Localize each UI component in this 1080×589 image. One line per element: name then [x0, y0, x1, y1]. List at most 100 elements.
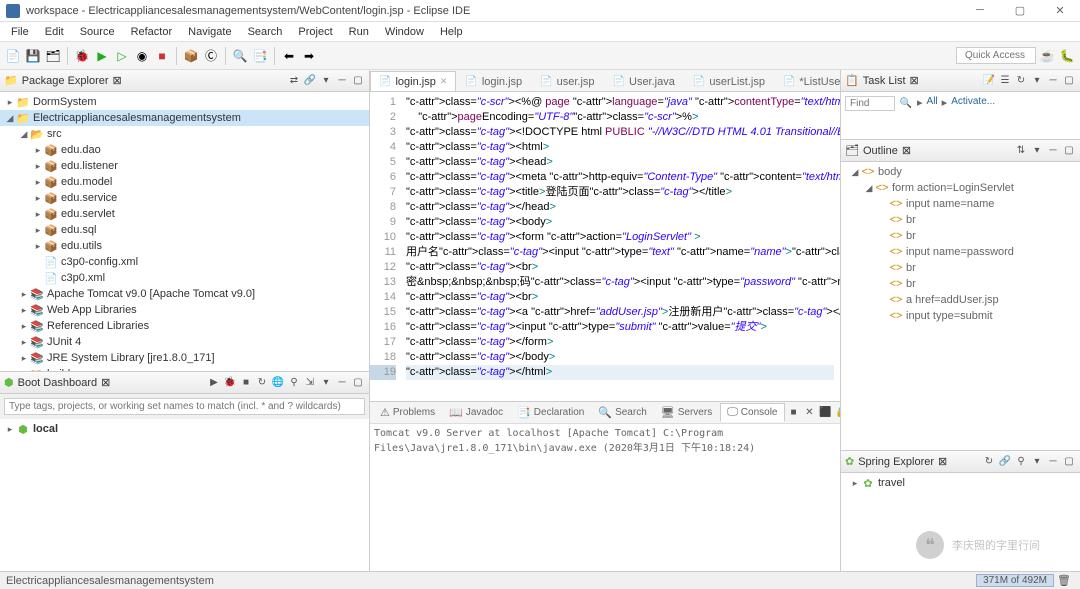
- editor-tab[interactable]: 📄userList.jsp: [684, 71, 774, 91]
- outline-item[interactable]: <>br: [841, 212, 1080, 228]
- tree-item[interactable]: ▸📦edu.utils: [0, 238, 369, 254]
- package-explorer-tree[interactable]: ▸📁DormSystem◢📁Electricappliancesalesmana…: [0, 92, 369, 371]
- new-class-button[interactable]: Ⓒ: [202, 47, 220, 65]
- spring-filter-button[interactable]: ⚲: [1014, 455, 1028, 469]
- memory-indicator[interactable]: 371M of 492M: [976, 574, 1054, 587]
- search-button[interactable]: 🔍: [231, 47, 249, 65]
- tree-item[interactable]: ▸📚JRE System Library [jre1.8.0_171]: [0, 350, 369, 366]
- stop-button[interactable]: ■: [153, 47, 171, 65]
- boot-debug-button[interactable]: 🐞: [223, 376, 237, 390]
- console-tab-servers[interactable]: 🖥Servers: [655, 404, 718, 421]
- outline-sort-button[interactable]: ⇅: [1014, 144, 1028, 158]
- tasklist-find-input[interactable]: [845, 96, 895, 111]
- new-package-button[interactable]: 📦: [182, 47, 200, 65]
- editor-tab[interactable]: 📄*ListUserSer...: [774, 71, 840, 91]
- outline-item[interactable]: <>a href=addUser.jsp: [841, 292, 1080, 308]
- outline-min-button[interactable]: ─: [1046, 144, 1060, 158]
- outline-max-button[interactable]: ▢: [1062, 144, 1076, 158]
- gc-button[interactable]: 🗑: [1054, 574, 1074, 587]
- console-tab-javadoc[interactable]: 📖Javadoc: [443, 404, 509, 421]
- outline-item[interactable]: <>br: [841, 276, 1080, 292]
- console-tab-problems[interactable]: ⚠Problems: [374, 404, 441, 421]
- editor-tab[interactable]: 📄User.java: [604, 71, 684, 91]
- spring-item[interactable]: ▸✿travel: [841, 475, 1080, 491]
- tasklist-sync-button[interactable]: ↻: [1014, 74, 1028, 88]
- collapse-all-button[interactable]: ⇄: [287, 74, 301, 88]
- console-toolbar-btn-2[interactable]: ⬛: [819, 406, 833, 420]
- spring-link-button[interactable]: 🔗: [998, 455, 1012, 469]
- close-icon[interactable]: ✕: [440, 76, 448, 87]
- tree-item[interactable]: ◢📂src: [0, 126, 369, 142]
- menu-edit[interactable]: Edit: [38, 24, 71, 40]
- back-button[interactable]: ⬅: [280, 47, 298, 65]
- boot-dashboard-tree[interactable]: ▸⬢local: [0, 419, 369, 571]
- perspective-debug-button[interactable]: 🐛: [1058, 47, 1076, 65]
- outline-item[interactable]: <>input name=password: [841, 244, 1080, 260]
- menu-source[interactable]: Source: [73, 24, 122, 40]
- console-tab-search[interactable]: 🔍Search: [592, 404, 652, 421]
- tasklist-menu-button[interactable]: ▾: [1030, 74, 1044, 88]
- tree-item[interactable]: ▸📦edu.model: [0, 174, 369, 190]
- tree-item[interactable]: ▸📚Web App Libraries: [0, 302, 369, 318]
- boot-filter-button[interactable]: ⚲: [287, 376, 301, 390]
- tree-item[interactable]: ▸📦edu.dao: [0, 142, 369, 158]
- save-button[interactable]: 💾: [24, 47, 42, 65]
- spring-explorer-tree[interactable]: ▸✿travel: [841, 473, 1080, 571]
- editor-tab[interactable]: 📄user.jsp: [531, 71, 603, 91]
- boot-max-button[interactable]: ▢: [351, 376, 365, 390]
- run-last-button[interactable]: ▷: [113, 47, 131, 65]
- menu-file[interactable]: File: [4, 24, 36, 40]
- tree-item[interactable]: ▸📁DormSystem: [0, 94, 369, 110]
- editor-body[interactable]: 12345678910111213141516171819 "c-attr">c…: [370, 92, 840, 401]
- view-menu-button[interactable]: ▾: [319, 74, 333, 88]
- tree-item[interactable]: ▸📚Referenced Libraries: [0, 318, 369, 334]
- outline-menu-button[interactable]: ▾: [1030, 144, 1044, 158]
- open-type-button[interactable]: 📑: [251, 47, 269, 65]
- search-icon[interactable]: 🔍: [899, 96, 913, 110]
- outline-item[interactable]: <>input type=submit: [841, 308, 1080, 324]
- boot-menu-button[interactable]: ▾: [319, 376, 333, 390]
- boot-filter-input[interactable]: [4, 398, 365, 415]
- quick-access-input[interactable]: [956, 47, 1036, 64]
- boot-run-button[interactable]: ▶: [207, 376, 221, 390]
- minimize-button[interactable]: ─: [966, 4, 994, 17]
- menu-search[interactable]: Search: [241, 24, 290, 40]
- spring-menu-button[interactable]: ▾: [1030, 455, 1044, 469]
- forward-button[interactable]: ➡: [300, 47, 318, 65]
- console-toolbar-btn-1[interactable]: ✕: [803, 406, 817, 420]
- outline-item[interactable]: <>br: [841, 228, 1080, 244]
- outline-item[interactable]: ◢<>form action=LoginServlet: [841, 180, 1080, 196]
- outline-item[interactable]: ◢<>body: [841, 164, 1080, 180]
- outline-item[interactable]: <>br: [841, 260, 1080, 276]
- spring-max-button[interactable]: ▢: [1062, 455, 1076, 469]
- tasklist-min-button[interactable]: ─: [1046, 74, 1060, 88]
- tasklist-cat-button[interactable]: ☰: [998, 74, 1012, 88]
- tree-item[interactable]: ◢📁Electricappliancesalesmanagementsystem: [0, 110, 369, 126]
- editor-tab[interactable]: 📄login.jsp✕: [370, 71, 456, 91]
- boot-collapse-button[interactable]: ⇲: [303, 376, 317, 390]
- menu-refactor[interactable]: Refactor: [124, 24, 180, 40]
- editor-tab[interactable]: 📄login.jsp: [456, 71, 531, 91]
- link-editor-button[interactable]: 🔗: [303, 74, 317, 88]
- tasklist-max-button[interactable]: ▢: [1062, 74, 1076, 88]
- tree-item[interactable]: ▸📦edu.sql: [0, 222, 369, 238]
- outline-item[interactable]: <>input name=name: [841, 196, 1080, 212]
- console-output[interactable]: Tomcat v9.0 Server at localhost [Apache …: [370, 424, 840, 571]
- console-tab-console[interactable]: 🖵Console: [720, 403, 784, 422]
- save-all-button[interactable]: 🗂: [44, 47, 62, 65]
- boot-stop-button[interactable]: ■: [239, 376, 253, 390]
- menu-window[interactable]: Window: [378, 24, 431, 40]
- spring-refresh-button[interactable]: ↻: [982, 455, 996, 469]
- menu-navigate[interactable]: Navigate: [181, 24, 238, 40]
- tree-item[interactable]: 📄c3p0.xml: [0, 270, 369, 286]
- boot-refresh-button[interactable]: ↻: [255, 376, 269, 390]
- menu-run[interactable]: Run: [342, 24, 376, 40]
- tree-item[interactable]: ▸📦edu.listener: [0, 158, 369, 174]
- maximize-view-button[interactable]: ▢: [351, 74, 365, 88]
- spring-min-button[interactable]: ─: [1046, 455, 1060, 469]
- tasklist-activate-link[interactable]: Activate...: [951, 96, 995, 107]
- tree-item[interactable]: ▸📦edu.service: [0, 190, 369, 206]
- tree-item[interactable]: ▸📚JUnit 4: [0, 334, 369, 350]
- boot-item[interactable]: ▸⬢local: [0, 421, 369, 437]
- close-button[interactable]: ✕: [1046, 4, 1074, 17]
